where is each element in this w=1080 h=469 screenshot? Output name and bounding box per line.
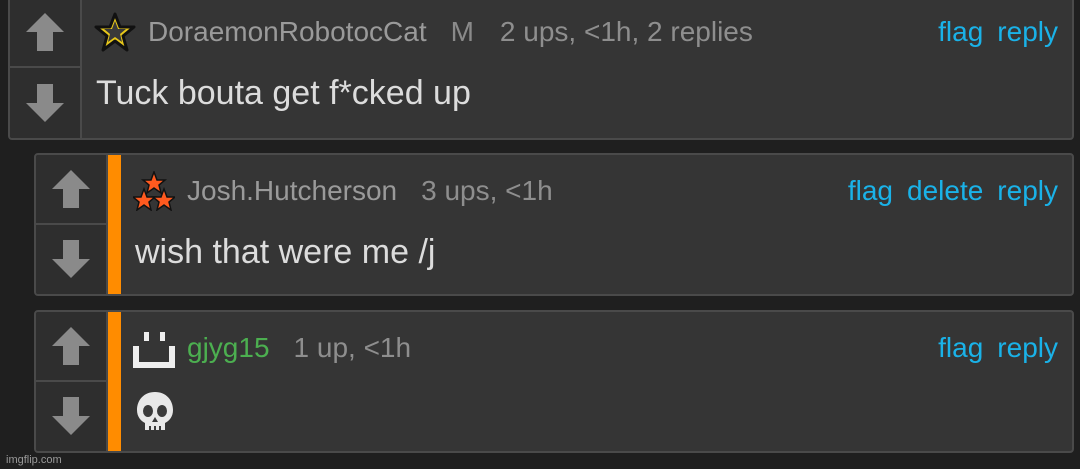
downvote-button[interactable] bbox=[10, 68, 80, 138]
comment-body: Josh.Hutcherson 3 ups, <1h flag delete r… bbox=[121, 155, 1072, 294]
reply-accent-bar bbox=[108, 312, 121, 451]
flag-link[interactable]: flag bbox=[848, 175, 893, 207]
reply-link[interactable]: reply bbox=[997, 175, 1058, 207]
comment-body: gjyg15 1 up, <1h flag reply bbox=[121, 312, 1072, 451]
comment-meta: 1 up, <1h bbox=[293, 332, 412, 363]
comment-body: DoraemonRobotocCat M 2 ups, <1h, 2 repli… bbox=[82, 0, 1072, 138]
pixel-face-icon[interactable] bbox=[133, 328, 175, 368]
vote-column bbox=[36, 312, 108, 451]
arrow-up-icon bbox=[26, 13, 64, 51]
comment-actions: flag reply bbox=[938, 332, 1058, 364]
comment-text: Tuck bouta get f*cked up bbox=[96, 74, 471, 112]
comment-actions: flag reply bbox=[938, 16, 1058, 48]
vote-column bbox=[10, 0, 82, 138]
star-outline-icon[interactable] bbox=[94, 12, 136, 52]
comment: gjyg15 1 up, <1h flag reply bbox=[34, 310, 1074, 453]
arrow-down-icon bbox=[26, 84, 64, 122]
upvote-button[interactable] bbox=[36, 155, 106, 225]
comment-header: DoraemonRobotocCat M 2 ups, <1h, 2 repli… bbox=[94, 12, 1058, 52]
reply-accent-bar bbox=[108, 155, 121, 294]
flag-link[interactable]: flag bbox=[938, 332, 983, 364]
watermark: imgflip.com bbox=[6, 454, 62, 466]
mod-badge: M bbox=[450, 16, 474, 47]
arrow-down-icon bbox=[52, 397, 90, 436]
arrow-up-icon bbox=[52, 169, 90, 208]
comment: DoraemonRobotocCat M 2 ups, <1h, 2 repli… bbox=[8, 0, 1074, 140]
arrow-down-icon bbox=[52, 240, 90, 279]
upvote-button[interactable] bbox=[36, 312, 106, 382]
username[interactable]: Josh.Hutcherson bbox=[187, 175, 397, 207]
comment: Josh.Hutcherson 3 ups, <1h flag delete r… bbox=[34, 153, 1074, 296]
reply-link[interactable]: reply bbox=[997, 16, 1058, 48]
comment-header: gjyg15 1 up, <1h flag reply bbox=[133, 328, 1058, 368]
comment-meta: 3 ups, <1h bbox=[421, 175, 553, 206]
skull-icon bbox=[137, 392, 173, 430]
flag-link[interactable]: flag bbox=[938, 16, 983, 48]
downvote-button[interactable] bbox=[36, 225, 106, 295]
comment-meta: 2 ups, <1h, 2 replies bbox=[499, 16, 753, 47]
arrow-up-icon bbox=[52, 326, 90, 365]
comment-header: Josh.Hutcherson 3 ups, <1h flag delete r… bbox=[130, 169, 1058, 212]
downvote-button[interactable] bbox=[36, 382, 106, 452]
comment-text: wish that were me /j bbox=[135, 233, 436, 271]
username[interactable]: gjyg15 bbox=[187, 332, 270, 364]
comment-actions: flag delete reply bbox=[848, 175, 1058, 207]
vote-column bbox=[36, 155, 108, 294]
upvote-button[interactable] bbox=[10, 0, 80, 68]
comment-text bbox=[135, 390, 175, 443]
username[interactable]: DoraemonRobotocCat bbox=[148, 16, 427, 48]
reply-link[interactable]: reply bbox=[997, 332, 1058, 364]
three-stars-icon[interactable] bbox=[130, 169, 178, 212]
delete-link[interactable]: delete bbox=[907, 175, 983, 207]
